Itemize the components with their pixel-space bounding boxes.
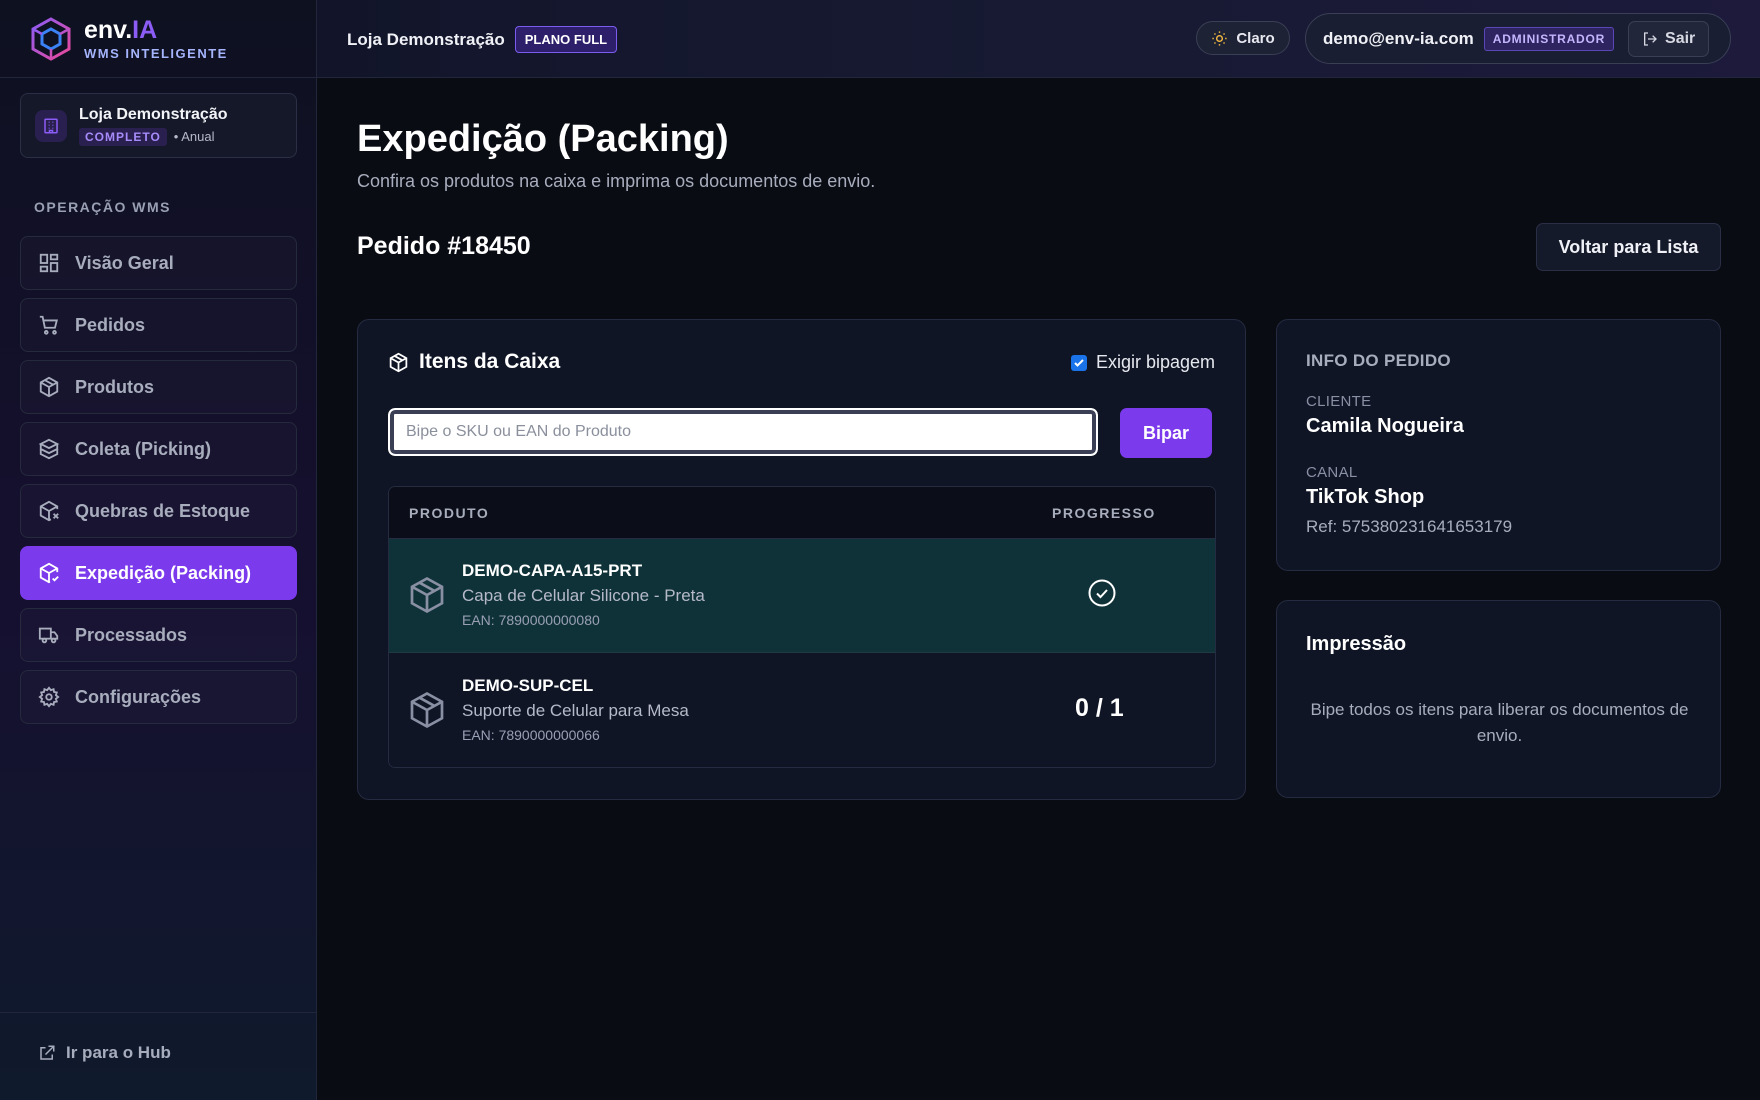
package-x-icon	[39, 500, 59, 522]
order-info-card: INFO DO PEDIDO CLIENTE Camila Nogueira C…	[1276, 319, 1721, 571]
logout-button[interactable]: Sair	[1628, 20, 1710, 57]
boxes-icon	[38, 438, 60, 460]
order-title: Pedido #18450	[357, 232, 531, 260]
sidebar-item-label: Processados	[75, 624, 188, 645]
package-icon	[389, 352, 408, 372]
sidebar-nav: Visão Geral Pedidos Produtos Coleta (Pic…	[20, 236, 297, 732]
truck-icon	[38, 627, 59, 644]
sidebar-item-label: Coleta (Picking)	[75, 438, 212, 459]
header-store-name: Loja Demonstração	[347, 29, 505, 49]
logout-icon	[1644, 31, 1657, 46]
printing-message: Bipe todos os itens para liberar os docu…	[1310, 700, 1689, 745]
sidebar-item-configuracoes[interactable]: Configurações	[20, 670, 297, 724]
page-title: Expedição (Packing)	[357, 118, 729, 160]
box-items-card: Itens da Caixa Exigir bipagem Bipar PROD…	[357, 319, 1246, 800]
product-sku: DEMO-CAPA-A15-PRT	[462, 561, 643, 580]
sidebar-item-label: Visão Geral	[75, 252, 174, 273]
plan-period: • Anual	[173, 129, 215, 144]
header-store: Loja Demonstração PLANO FULL	[347, 26, 618, 53]
product-name: Capa de Celular Silicone - Preta	[462, 586, 705, 605]
gear-icon	[38, 686, 60, 708]
cart-icon	[39, 315, 58, 335]
require-scan-toggle[interactable]: Exigir bipagem	[1070, 352, 1215, 373]
store-card[interactable]: Loja Demonstração COMPLETO • Anual	[20, 93, 297, 158]
sun-icon	[1212, 30, 1227, 46]
divider	[0, 77, 317, 78]
channel-label: CANAL	[1306, 464, 1358, 481]
table-header: PRODUTO PROGRESSO	[389, 487, 1215, 539]
package-icon	[410, 576, 444, 614]
grid-icon	[39, 253, 59, 273]
column-header-progress: PROGRESSO	[1052, 505, 1156, 521]
main-content: Expedição (Packing) Confira os produtos …	[317, 78, 1760, 1100]
sidebar-item-label: Produtos	[75, 376, 154, 397]
package-icon	[410, 691, 444, 729]
product-ean: EAN: 7890000000066	[462, 727, 600, 743]
box-items-title: Itens da Caixa	[419, 350, 561, 373]
table-row: DEMO-SUP-CEL Suporte de Celular para Mes…	[389, 654, 1215, 767]
theme-label: Claro	[1236, 29, 1275, 47]
top-header: Loja Demonstração PLANO FULL Claro demo@…	[317, 0, 1760, 78]
sidebar-item-label: Pedidos	[75, 314, 146, 335]
sidebar: env.IA WMS INTELIGENTE Loja Demonstração…	[0, 0, 317, 1100]
sidebar-item-label: Configurações	[75, 686, 202, 707]
scan-input[interactable]	[385, 405, 1101, 459]
column-header-product: PRODUTO	[409, 505, 490, 521]
plan-status-badge: COMPLETO	[79, 127, 167, 146]
table-row: DEMO-CAPA-A15-PRT Capa de Celular Silico…	[389, 539, 1215, 653]
external-link-icon	[40, 1045, 55, 1060]
require-scan-label: Exigir bipagem	[1095, 352, 1215, 372]
brand-name: env.IA	[84, 16, 158, 44]
nav-section-label: OPERAÇÃO WMS	[34, 199, 171, 215]
hub-link[interactable]: Ir para o Hub	[38, 1043, 171, 1063]
order-info-title: INFO DO PEDIDO	[1306, 351, 1451, 370]
items-table: PRODUTO PROGRESSO DEMO-CAPA-A15-PRT Capa…	[388, 486, 1216, 768]
logout-label: Sair	[1665, 29, 1696, 47]
plan-badge: PLANO FULL	[514, 26, 618, 53]
client-name: Camila Nogueira	[1306, 415, 1464, 437]
product-ean: EAN: 7890000000080	[462, 612, 600, 628]
package-check-icon	[39, 562, 59, 584]
sidebar-item-pedidos[interactable]: Pedidos	[20, 298, 297, 352]
product-sku: DEMO-SUP-CEL	[462, 676, 594, 695]
store-name: Loja Demonstração	[79, 105, 228, 123]
item-progress: 0 / 1	[1075, 694, 1124, 722]
package-icon	[39, 376, 59, 398]
building-icon	[35, 109, 67, 142]
check-circle-icon	[1088, 579, 1116, 607]
brand[interactable]: env.IA WMS INTELIGENTE	[30, 14, 228, 64]
channel-name: TikTok Shop	[1306, 486, 1425, 508]
sidebar-item-visao-geral[interactable]: Visão Geral	[20, 236, 297, 290]
require-scan-checkbox[interactable]	[1070, 354, 1087, 371]
checkmark-icon	[1074, 358, 1084, 367]
page-subtitle: Confira os produtos na caixa e imprima o…	[357, 171, 876, 191]
user-box: demo@env-ia.com ADMINISTRADOR Sair	[1305, 13, 1731, 64]
divider	[0, 1012, 317, 1013]
printing-card: Impressão Bipe todos os itens para liber…	[1276, 600, 1721, 798]
user-email: demo@env-ia.com	[1323, 28, 1474, 48]
scan-button[interactable]: Bipar	[1120, 408, 1212, 458]
sidebar-item-expedicao[interactable]: Expedição (Packing)	[20, 546, 297, 600]
sidebar-item-processados[interactable]: Processados	[20, 608, 297, 662]
box-items-heading: Itens da Caixa	[388, 350, 560, 374]
client-label: CLIENTE	[1306, 393, 1372, 410]
theme-toggle-button[interactable]: Claro	[1196, 21, 1290, 55]
printing-title: Impressão	[1306, 633, 1407, 655]
role-badge: ADMINISTRADOR	[1483, 26, 1615, 51]
order-reference: Ref: 575380231641653179	[1306, 517, 1513, 536]
sidebar-item-label: Expedição (Packing)	[75, 562, 252, 583]
product-name: Suporte de Celular para Mesa	[462, 701, 689, 720]
back-to-list-button[interactable]: Voltar para Lista	[1536, 223, 1721, 271]
logo-cube-icon	[31, 17, 71, 61]
hub-link-label: Ir para o Hub	[66, 1043, 171, 1062]
sidebar-item-coleta[interactable]: Coleta (Picking)	[20, 422, 297, 476]
sidebar-item-quebras[interactable]: Quebras de Estoque	[20, 484, 297, 538]
sidebar-item-label: Quebras de Estoque	[75, 500, 251, 521]
brand-subtitle: WMS INTELIGENTE	[84, 46, 228, 61]
sidebar-item-produtos[interactable]: Produtos	[20, 360, 297, 414]
